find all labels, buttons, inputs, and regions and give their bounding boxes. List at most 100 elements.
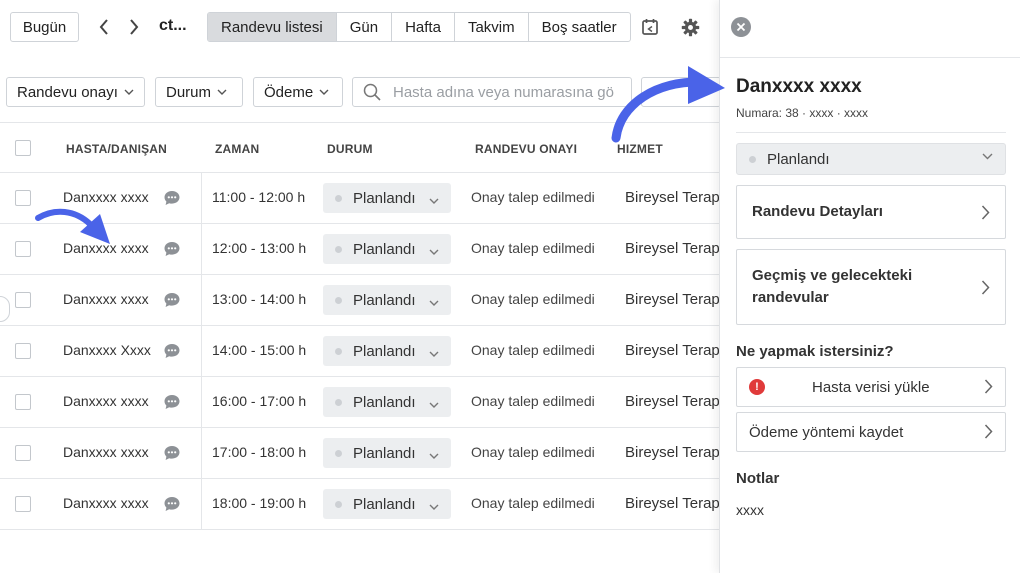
settings-button[interactable]: [679, 16, 701, 38]
status-select[interactable]: Planlandı: [736, 143, 1006, 175]
approval-filter-label: Randevu onayı: [17, 83, 118, 101]
status-value: Planlandı: [767, 150, 830, 168]
column-header-time[interactable]: ZAMAN: [215, 142, 259, 156]
row-checkbox[interactable]: [15, 394, 31, 410]
next-button[interactable]: [124, 16, 144, 38]
view-switcher: Randevu listesi Gün Hafta Takvim Boş saa…: [207, 12, 631, 42]
approval-status: Onay talep edilmedi: [471, 291, 595, 307]
appointment-details-card[interactable]: Randevu Detayları: [736, 185, 1006, 239]
status-dot: [335, 398, 342, 406]
row-checkbox[interactable]: [15, 343, 31, 359]
chat-bubble-icon[interactable]: [163, 342, 181, 360]
close-icon: [736, 22, 746, 32]
approval-status: Onay talep edilmedi: [471, 189, 595, 205]
month-label[interactable]: ct...: [159, 17, 187, 35]
appointment-time: 16:00 - 17:00 h: [212, 393, 307, 409]
status-dropdown[interactable]: Planlandı: [323, 336, 451, 366]
column-divider: [201, 173, 202, 529]
select-all-checkbox[interactable]: [15, 140, 31, 156]
tab-appointment-list[interactable]: Randevu listesi: [208, 13, 337, 41]
chat-bubble-icon[interactable]: [163, 495, 181, 513]
row-checkbox[interactable]: [15, 292, 31, 308]
chevron-down-icon: [429, 242, 439, 259]
patient-number: Numara: 38 · xxxx · xxxx: [736, 106, 869, 120]
divider: [720, 57, 1020, 58]
appointment-time: 17:00 - 18:00 h: [212, 444, 307, 460]
status-dropdown[interactable]: Planlandı: [323, 387, 451, 417]
table-row[interactable]: Danxxxx xxxx 12:00 - 13:00 h Planlandı Onay…: [0, 224, 720, 275]
appointment-time: 18:00 - 19:00 h: [212, 495, 307, 511]
approval-filter[interactable]: Randevu onayı: [6, 77, 145, 107]
status-dot: [335, 449, 342, 457]
save-payment-method-button[interactable]: Ödeme yöntemi kaydet: [736, 412, 1006, 452]
row-checkbox[interactable]: [15, 190, 31, 206]
chat-bubble-icon[interactable]: [163, 393, 181, 411]
status-dropdown[interactable]: Planlandı: [323, 489, 451, 519]
service-name: Bireysel Terap: [625, 495, 720, 512]
status-filter[interactable]: Durum: [155, 77, 243, 107]
patient-name-link[interactable]: Danxxxx xxxx: [63, 495, 149, 511]
chevron-down-icon: [429, 344, 439, 361]
gear-icon: [681, 18, 699, 36]
table-row[interactable]: Danxxxx xxxx 18:00 - 19:00 h Planlandı Onay…: [0, 479, 720, 530]
chat-bubble-icon[interactable]: [163, 189, 181, 207]
service-name: Bireysel Terap: [625, 189, 720, 206]
column-header-status[interactable]: DURUM: [327, 142, 373, 156]
row-checkbox[interactable]: [15, 241, 31, 257]
table-row[interactable]: Danxxxx xxxx 11:00 - 12:00 h Planlandı Onay…: [0, 173, 720, 224]
appointment-history-card[interactable]: Geçmiş ve gelecekteki randevular: [736, 249, 1006, 325]
chat-bubble-icon[interactable]: [163, 444, 181, 462]
row-checkbox[interactable]: [15, 445, 31, 461]
tab-free-slots[interactable]: Boş saatler: [529, 13, 630, 41]
status-dropdown[interactable]: Planlandı: [323, 438, 451, 468]
tab-week[interactable]: Hafta: [392, 13, 455, 41]
chevron-down-icon: [429, 446, 439, 463]
today-button[interactable]: Bugün: [10, 12, 79, 42]
status-value: Planlandı: [353, 291, 416, 309]
chat-bubble-icon[interactable]: [163, 240, 181, 258]
chevron-down-icon: [319, 89, 329, 95]
payment-filter[interactable]: Ödeme: [253, 77, 343, 107]
row-checkbox[interactable]: [15, 496, 31, 512]
appointment-history-label: Geçmiş ve gelecekteki randevular: [752, 267, 913, 306]
column-header-patient[interactable]: HASTA/DANIŞAN: [66, 142, 167, 156]
status-value: Planlandı: [353, 240, 416, 258]
chevron-down-icon: [217, 89, 227, 95]
status-dot: [335, 245, 342, 253]
chevron-right-icon: [981, 205, 990, 220]
patient-name-link[interactable]: Danxxxx xxxx: [63, 393, 149, 409]
patient-name-link[interactable]: Danxxxx xxxx: [63, 189, 149, 205]
status-dropdown[interactable]: Planlandı: [323, 285, 451, 315]
tab-day[interactable]: Gün: [337, 13, 393, 41]
search-input[interactable]: [393, 83, 623, 101]
chat-bubble-icon[interactable]: [163, 291, 181, 309]
status-value: Planlandı: [353, 393, 416, 411]
extra-filter[interactable]: [641, 77, 721, 107]
table-row[interactable]: Danxxxx xxxx 13:00 - 14:00 h Planlandı Onay…: [0, 275, 720, 326]
column-header-service[interactable]: HIZMET: [617, 142, 663, 156]
save-payment-method-label: Ödeme yöntemi kaydet: [749, 424, 904, 441]
upload-patient-data-button[interactable]: ! Hasta verisi yükle: [736, 367, 1006, 407]
status-dot: [335, 194, 342, 202]
patient-name-link[interactable]: Danxxxx xxxx: [63, 291, 149, 307]
status-value: Planlandı: [353, 189, 416, 207]
appointment-detail-panel: Danxxxx xxxx Numara: 38 · xxxx · xxxx Pl…: [719, 0, 1020, 573]
patient-name-link[interactable]: Danxxxx xxxx: [63, 240, 149, 256]
close-button[interactable]: [731, 17, 751, 37]
column-header-approval[interactable]: RANDEVU ONAYI: [475, 142, 577, 156]
table-row[interactable]: Danxxxx xxxx 17:00 - 18:00 h Planlandı Onay…: [0, 428, 720, 479]
status-dropdown[interactable]: Planlandı: [323, 234, 451, 264]
chevron-right-icon: [981, 280, 990, 295]
calendar-export-button[interactable]: [639, 16, 661, 38]
chevron-right-icon: [984, 424, 993, 439]
table-row[interactable]: Danxxxx Xxxx 14:00 - 15:00 h Planlandı Onay…: [0, 326, 720, 377]
status-dropdown[interactable]: Planlandı: [323, 183, 451, 213]
tab-calendar[interactable]: Takvim: [455, 13, 529, 41]
approval-status: Onay talep edilmedi: [471, 342, 595, 358]
patient-name-link[interactable]: Danxxxx Xxxx: [63, 342, 151, 358]
status-dot: [335, 500, 342, 508]
prev-button[interactable]: [94, 16, 114, 38]
patient-name-link[interactable]: Danxxxx xxxx: [63, 444, 149, 460]
table-row[interactable]: Danxxxx xxxx 16:00 - 17:00 h Planlandı Onay…: [0, 377, 720, 428]
appointment-time: 11:00 - 12:00 h: [212, 189, 306, 205]
